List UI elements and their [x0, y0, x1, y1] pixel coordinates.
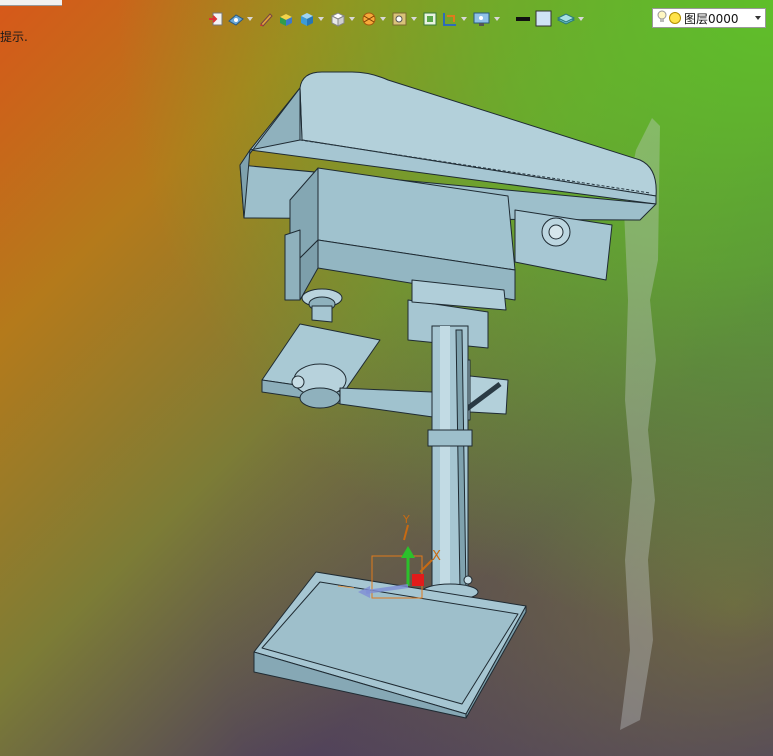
chevron-down-icon[interactable]	[755, 16, 761, 20]
lightbulb-icon[interactable]	[657, 10, 667, 27]
axis-x-label: X	[432, 549, 441, 564]
fit-view-icon[interactable]	[422, 9, 438, 29]
zoom-icon[interactable]	[391, 9, 419, 29]
pencil-icon[interactable]	[258, 9, 274, 29]
view-toolbar	[208, 8, 586, 30]
drill-press-model[interactable]: Y X	[0, 0, 773, 756]
exit-sketch-icon[interactable]	[208, 9, 224, 29]
line-weight-icon[interactable]	[514, 9, 532, 29]
display-settings-icon[interactable]	[472, 9, 502, 29]
white-cube-icon[interactable]	[329, 9, 357, 29]
layer-color-icon	[669, 12, 681, 24]
render-icon[interactable]	[360, 9, 388, 29]
layer-dropdown[interactable]: 图层0000	[652, 8, 766, 28]
view-orient-icon[interactable]	[227, 9, 255, 29]
color-swatch-icon[interactable]	[535, 9, 553, 29]
axis-y-label: Y	[402, 513, 410, 526]
base-plate[interactable]	[253, 571, 527, 719]
layer-name: 图层0000	[684, 11, 739, 26]
drill-head[interactable]	[239, 71, 657, 349]
section-view-icon[interactable]	[441, 9, 469, 29]
blue-cube-icon[interactable]	[298, 9, 326, 29]
shaded-cube-icon[interactable]	[277, 9, 295, 29]
3d-viewport[interactable]: 提示. Y X 图层0000	[0, 0, 773, 756]
layer-icon[interactable]	[556, 9, 586, 29]
